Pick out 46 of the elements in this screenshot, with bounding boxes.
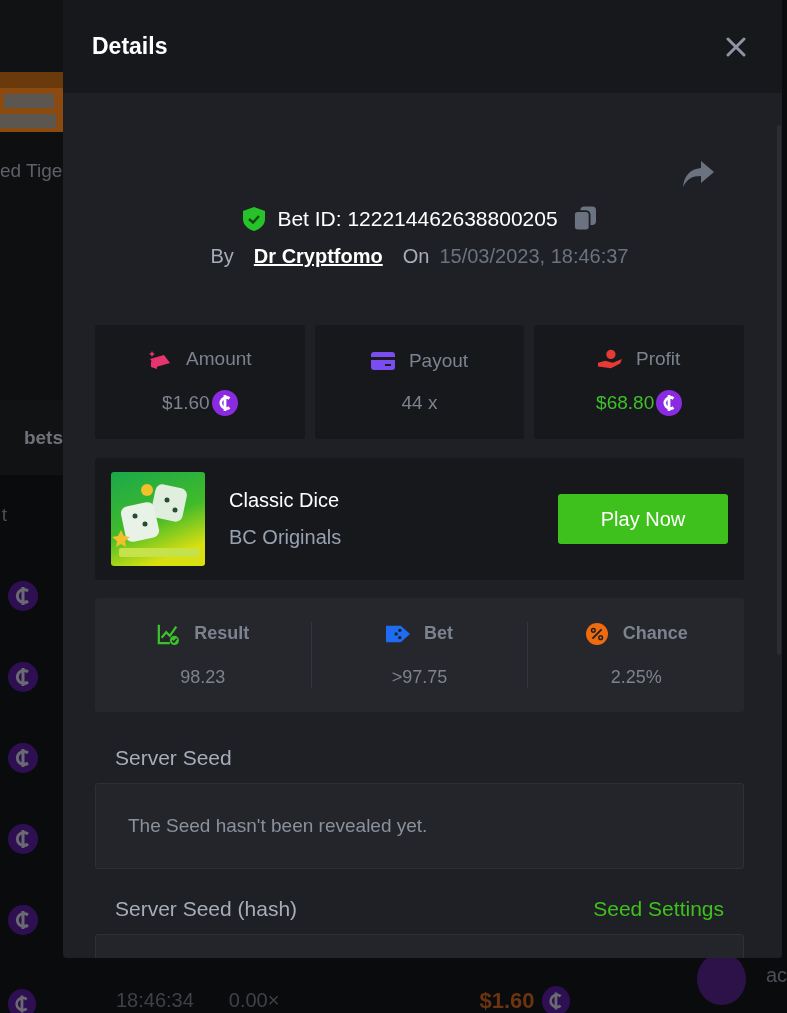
coin-icon bbox=[542, 985, 571, 1013]
user-link[interactable]: Dr Cryptfomo bbox=[253, 245, 383, 268]
coin-icon bbox=[8, 661, 38, 692]
result-label: Result bbox=[194, 623, 250, 644]
close-icon[interactable] bbox=[726, 36, 746, 57]
bet-id: Bet ID: 122214462638800205 bbox=[277, 206, 558, 231]
section-label: Server Seed (hash) bbox=[115, 897, 298, 921]
result-value: >97.75 bbox=[391, 666, 448, 688]
game-provider: BC Originals bbox=[229, 526, 343, 549]
game-title: ed Tige bbox=[0, 160, 63, 182]
coin-icon bbox=[8, 580, 38, 611]
result-label: Bet bbox=[424, 623, 453, 644]
coin-icon bbox=[8, 742, 38, 773]
user-name: ac bbox=[765, 964, 787, 987]
result-value: 98.23 bbox=[180, 666, 226, 688]
by-label: By bbox=[210, 245, 234, 268]
copy-icon[interactable] bbox=[573, 206, 596, 231]
dialog-title: Details bbox=[92, 33, 168, 60]
bet-date: 15/03/2023, 18:46:37 bbox=[439, 245, 629, 268]
table-cell: 18:46:34 bbox=[115, 989, 194, 1012]
column-header: t bbox=[1, 504, 8, 526]
stat-value: $68.80 bbox=[596, 392, 655, 414]
coin-icon bbox=[8, 904, 38, 935]
seed-settings-link[interactable]: Seed Settings bbox=[593, 897, 724, 921]
game-name: Classic Dice bbox=[229, 489, 341, 512]
stat-value: $1.60 bbox=[162, 392, 210, 414]
hand-person-icon bbox=[598, 348, 622, 370]
chart-check-icon bbox=[156, 622, 181, 645]
stat-label: Amount bbox=[186, 348, 252, 370]
seed-message: The Seed hasn't been revealed yet. bbox=[128, 815, 428, 837]
stat-value: 44 x bbox=[401, 392, 438, 414]
result-label: Chance bbox=[622, 623, 688, 644]
section-title: bets bbox=[23, 426, 63, 449]
on-label: On bbox=[402, 245, 430, 268]
card-icon bbox=[370, 350, 395, 372]
percent-icon bbox=[584, 622, 609, 645]
stat-label: Payout bbox=[408, 350, 469, 372]
result-value: 2.25% bbox=[610, 666, 662, 688]
section-label: Server Seed bbox=[115, 746, 232, 770]
stat-label: Profit bbox=[636, 348, 681, 370]
share-icon[interactable] bbox=[682, 161, 714, 187]
shield-check-icon bbox=[243, 206, 266, 231]
coin-icon bbox=[8, 988, 36, 1013]
table-cell: 0.00× bbox=[228, 989, 280, 1012]
table-cell: $1.60 bbox=[479, 987, 535, 1013]
coin-icon bbox=[8, 823, 38, 854]
